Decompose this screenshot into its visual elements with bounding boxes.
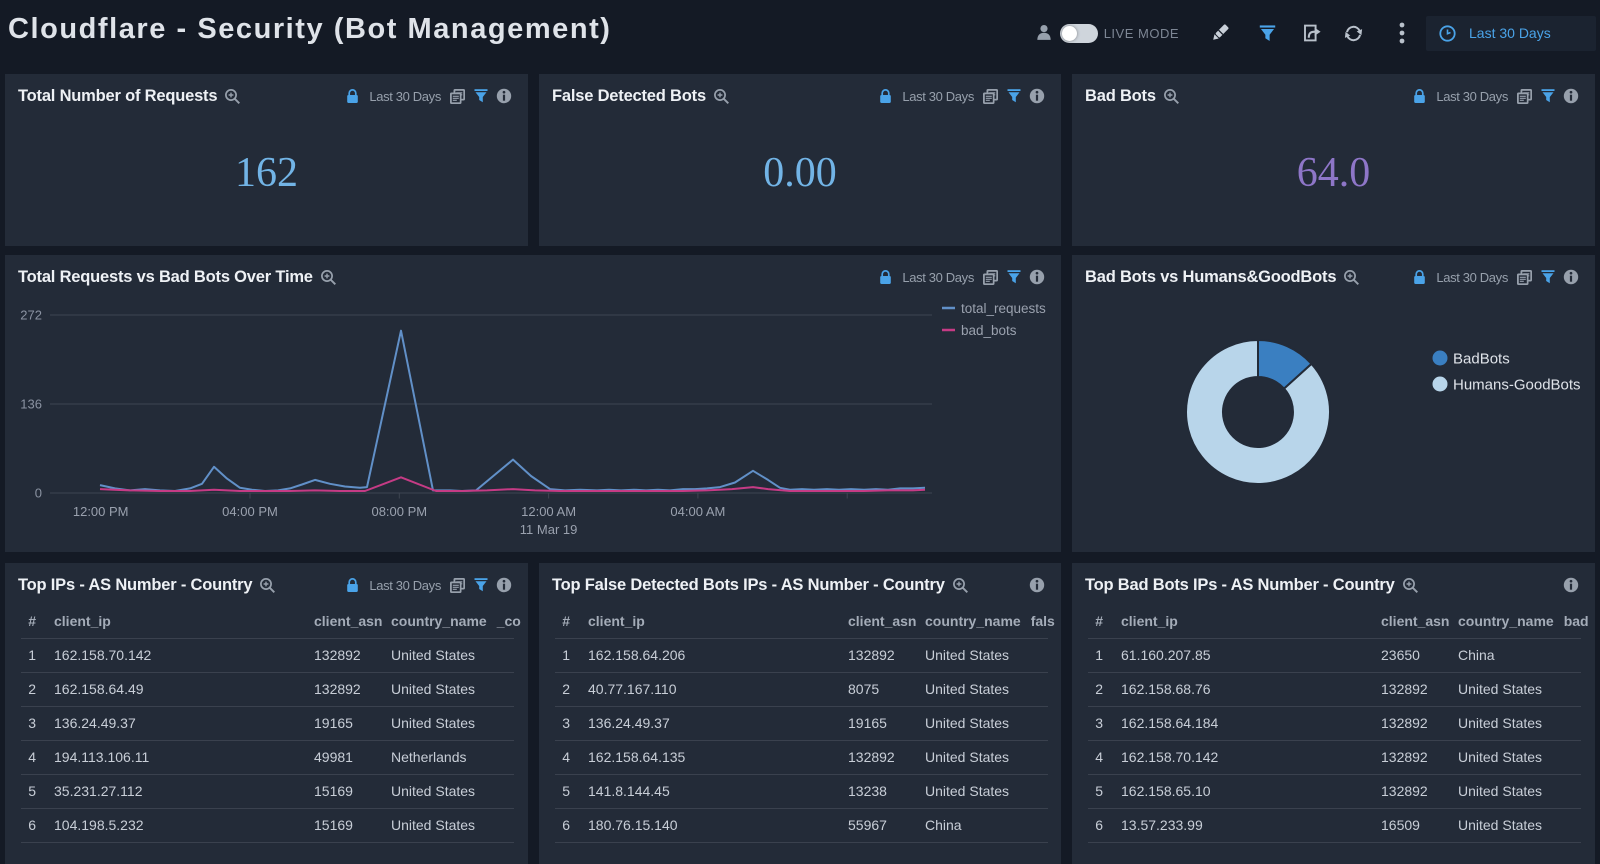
- svg-text:total_requests: total_requests: [961, 301, 1046, 316]
- svg-text:bad_bots: bad_bots: [961, 323, 1017, 338]
- svg-text:12:00 PM: 12:00 PM: [73, 504, 129, 519]
- svg-text:BadBots: BadBots: [1453, 351, 1510, 368]
- svg-text:272: 272: [20, 308, 42, 323]
- svg-text:136: 136: [20, 397, 42, 412]
- svg-text:11 Mar 19: 11 Mar 19: [520, 522, 578, 537]
- svg-text:04:00 PM: 04:00 PM: [222, 504, 278, 519]
- svg-text:12:00 AM: 12:00 AM: [521, 504, 576, 519]
- svg-text:08:00 PM: 08:00 PM: [371, 504, 427, 519]
- svg-text:0: 0: [35, 486, 42, 501]
- svg-text:Humans-GoodBots: Humans-GoodBots: [1453, 377, 1581, 394]
- svg-text:04:00 AM: 04:00 AM: [670, 504, 725, 519]
